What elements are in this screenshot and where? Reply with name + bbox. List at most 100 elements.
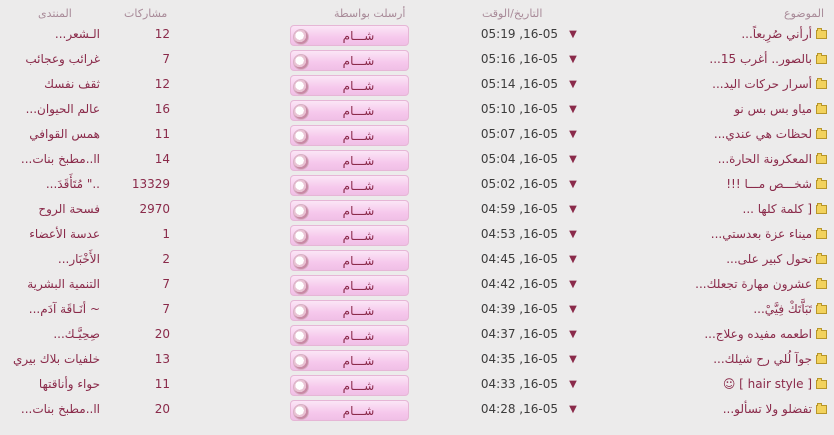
go-to-last-post-icon[interactable]: ▼ bbox=[566, 297, 580, 322]
topic-link[interactable]: [ كلمة كلها ... bbox=[580, 197, 813, 222]
username-link[interactable]: شـــام bbox=[309, 151, 408, 172]
user-button[interactable]: شـــام bbox=[290, 100, 409, 121]
go-to-last-post-icon[interactable]: ▼ bbox=[566, 322, 580, 347]
user-button[interactable]: شـــام bbox=[290, 200, 409, 221]
posts-count: 16 bbox=[154, 102, 170, 116]
username-link[interactable]: شـــام bbox=[309, 26, 408, 47]
forum-link[interactable]: اا..مطبخ بنات... bbox=[0, 397, 100, 422]
go-to-last-post-icon[interactable]: ▼ bbox=[566, 222, 580, 247]
username-link[interactable]: شـــام bbox=[309, 51, 408, 72]
user-button[interactable]: شـــام bbox=[290, 325, 409, 346]
forum-link[interactable]: عالم الحيوان... bbox=[0, 97, 100, 122]
topic-link[interactable]: شخـــص مـــا !!! bbox=[580, 172, 812, 197]
forum-link[interactable]: الأَخْبَار... bbox=[0, 247, 100, 272]
go-to-last-post-icon[interactable]: ▼ bbox=[566, 197, 580, 222]
posts-count: 2970 bbox=[139, 202, 170, 216]
topic-link[interactable]: اطعمه مفيده وعلاج... bbox=[580, 322, 812, 347]
topic-link[interactable]: تحول كبير على... bbox=[580, 247, 812, 272]
user-button[interactable]: شـــام bbox=[290, 125, 409, 146]
go-to-last-post-icon[interactable]: ▼ bbox=[566, 47, 580, 72]
user-button[interactable]: شـــام bbox=[290, 225, 409, 246]
username-link[interactable]: شـــام bbox=[309, 176, 408, 197]
go-to-last-post-icon[interactable]: ▼ bbox=[566, 72, 580, 97]
topic-status-icon bbox=[814, 197, 830, 222]
forum-link[interactable]: ثقف نفسك bbox=[0, 72, 100, 97]
go-to-last-post-icon[interactable]: ▼ bbox=[566, 347, 580, 372]
user-button[interactable]: شـــام bbox=[290, 25, 409, 46]
user-button[interactable]: شـــام bbox=[290, 250, 409, 271]
go-to-last-post-icon[interactable]: ▼ bbox=[566, 22, 580, 47]
username-link[interactable]: شـــام bbox=[309, 376, 408, 397]
topic-link[interactable]: المعكرونة الحارة... bbox=[580, 147, 812, 172]
username-link[interactable]: شـــام bbox=[309, 326, 408, 347]
user-button[interactable]: شـــام bbox=[290, 300, 409, 321]
go-to-last-post-icon[interactable]: ▼ bbox=[566, 147, 580, 172]
user-button[interactable]: شـــام bbox=[290, 275, 409, 296]
username-link[interactable]: شـــام bbox=[309, 401, 408, 422]
username-link[interactable]: شـــام bbox=[309, 351, 408, 372]
avatar-icon bbox=[293, 29, 309, 45]
user-button[interactable]: شـــام bbox=[290, 50, 409, 71]
forum-link[interactable]: همس القوافي bbox=[0, 122, 100, 147]
go-to-last-post-icon[interactable]: ▼ bbox=[566, 97, 580, 122]
user-button[interactable]: شـــام bbox=[290, 175, 409, 196]
go-to-last-post-icon[interactable]: ▼ bbox=[566, 122, 580, 147]
username-link[interactable]: شـــام bbox=[309, 276, 408, 297]
topic-link[interactable]: مياو بس بس نو bbox=[580, 97, 812, 122]
username-link[interactable]: شـــام bbox=[309, 101, 408, 122]
username-link[interactable]: شـــام bbox=[309, 76, 408, 97]
folder-icon bbox=[816, 303, 827, 314]
table-row: الأَخْبَار... 2 شـــام 04:45 ,16-05 ▼ تح… bbox=[0, 247, 834, 272]
avatar-icon bbox=[293, 204, 309, 220]
forum-link[interactable]: عدسة الأعضاء bbox=[0, 222, 100, 247]
topic-link[interactable]: لحظات هي عندي... bbox=[580, 122, 812, 147]
table-row: اا..مطبخ بنات... 14 شـــام 05:04 ,16-05 … bbox=[0, 147, 834, 172]
username-link[interactable]: شـــام bbox=[309, 201, 408, 222]
folder-icon bbox=[816, 78, 827, 89]
topic-link[interactable]: أسرار حركات اليد... bbox=[580, 72, 812, 97]
forum-link[interactable]: التنمية البشرية bbox=[0, 272, 100, 297]
user-button[interactable]: شـــام bbox=[290, 375, 409, 396]
user-button[interactable]: شـــام bbox=[290, 75, 409, 96]
topic-link[interactable]: تَبَاَّتَكْ فِيَّيْ... bbox=[580, 297, 812, 322]
go-to-last-post-icon[interactable]: ▼ bbox=[566, 372, 580, 397]
user-cell: شـــام bbox=[288, 72, 410, 97]
forum-link[interactable]: .." مُتَأَقَدَ... bbox=[0, 172, 100, 197]
username-link[interactable]: شـــام bbox=[309, 126, 408, 147]
username-link[interactable]: شـــام bbox=[309, 301, 408, 322]
forum-link[interactable]: فسحة الروح bbox=[0, 197, 100, 222]
go-to-last-post-icon[interactable]: ▼ bbox=[566, 272, 580, 297]
go-to-last-post-icon[interactable]: ▼ bbox=[566, 397, 580, 422]
forum-link[interactable]: اا..مطبخ بنات... bbox=[0, 147, 100, 172]
forum-link[interactable]: خلفيات بلاك بيري bbox=[0, 347, 100, 372]
go-to-last-post-icon[interactable]: ▼ bbox=[566, 172, 580, 197]
user-button[interactable]: شـــام bbox=[290, 350, 409, 371]
topic-link[interactable]: أرأني صُرِبعاً... bbox=[580, 22, 812, 47]
avatar-icon bbox=[293, 179, 309, 195]
topic-link[interactable]: بالصور.. أغرب 15... bbox=[580, 47, 812, 72]
user-button[interactable]: شـــام bbox=[290, 400, 409, 421]
go-to-last-post-icon[interactable]: ▼ bbox=[566, 247, 580, 272]
post-datetime: 05:14 ,16-05 bbox=[480, 77, 558, 91]
user-button[interactable]: شـــام bbox=[290, 150, 409, 171]
forum-link[interactable]: غرائب وعجائب bbox=[0, 47, 100, 72]
user-cell: شـــام bbox=[288, 122, 410, 147]
topic-link[interactable]: عشرون مهارة تجعلك... bbox=[580, 272, 812, 297]
forum-link[interactable]: حواء وأناقتها bbox=[0, 372, 100, 397]
forum-link[interactable]: ~ أنَـاقَة آدَم... bbox=[0, 297, 100, 322]
topic-link[interactable]: ميناء عزة بعدستي... bbox=[580, 222, 812, 247]
folder-icon bbox=[816, 53, 827, 64]
topic-link[interactable]: جوآ لُلي رح شيلك... bbox=[580, 347, 812, 372]
post-datetime: 05:10 ,16-05 bbox=[480, 102, 558, 116]
avatar-icon bbox=[293, 54, 309, 70]
forum-link[interactable]: صِحِيَّـك... bbox=[0, 322, 100, 347]
table-row: اا..مطبخ بنات... 20 شـــام 04:28 ,16-05 … bbox=[0, 397, 834, 422]
username-link[interactable]: شـــام bbox=[309, 226, 408, 247]
topic-status-icon bbox=[814, 372, 830, 397]
topic-status-icon bbox=[814, 22, 830, 47]
topic-link[interactable]: تفضلو ولا تسألو... bbox=[580, 397, 812, 422]
post-datetime: 05:02 ,16-05 bbox=[480, 177, 558, 191]
forum-link[interactable]: الـشعر... bbox=[0, 22, 100, 47]
username-link[interactable]: شـــام bbox=[309, 251, 408, 272]
topic-link[interactable]: [ hair style ] ☺ bbox=[580, 372, 812, 397]
